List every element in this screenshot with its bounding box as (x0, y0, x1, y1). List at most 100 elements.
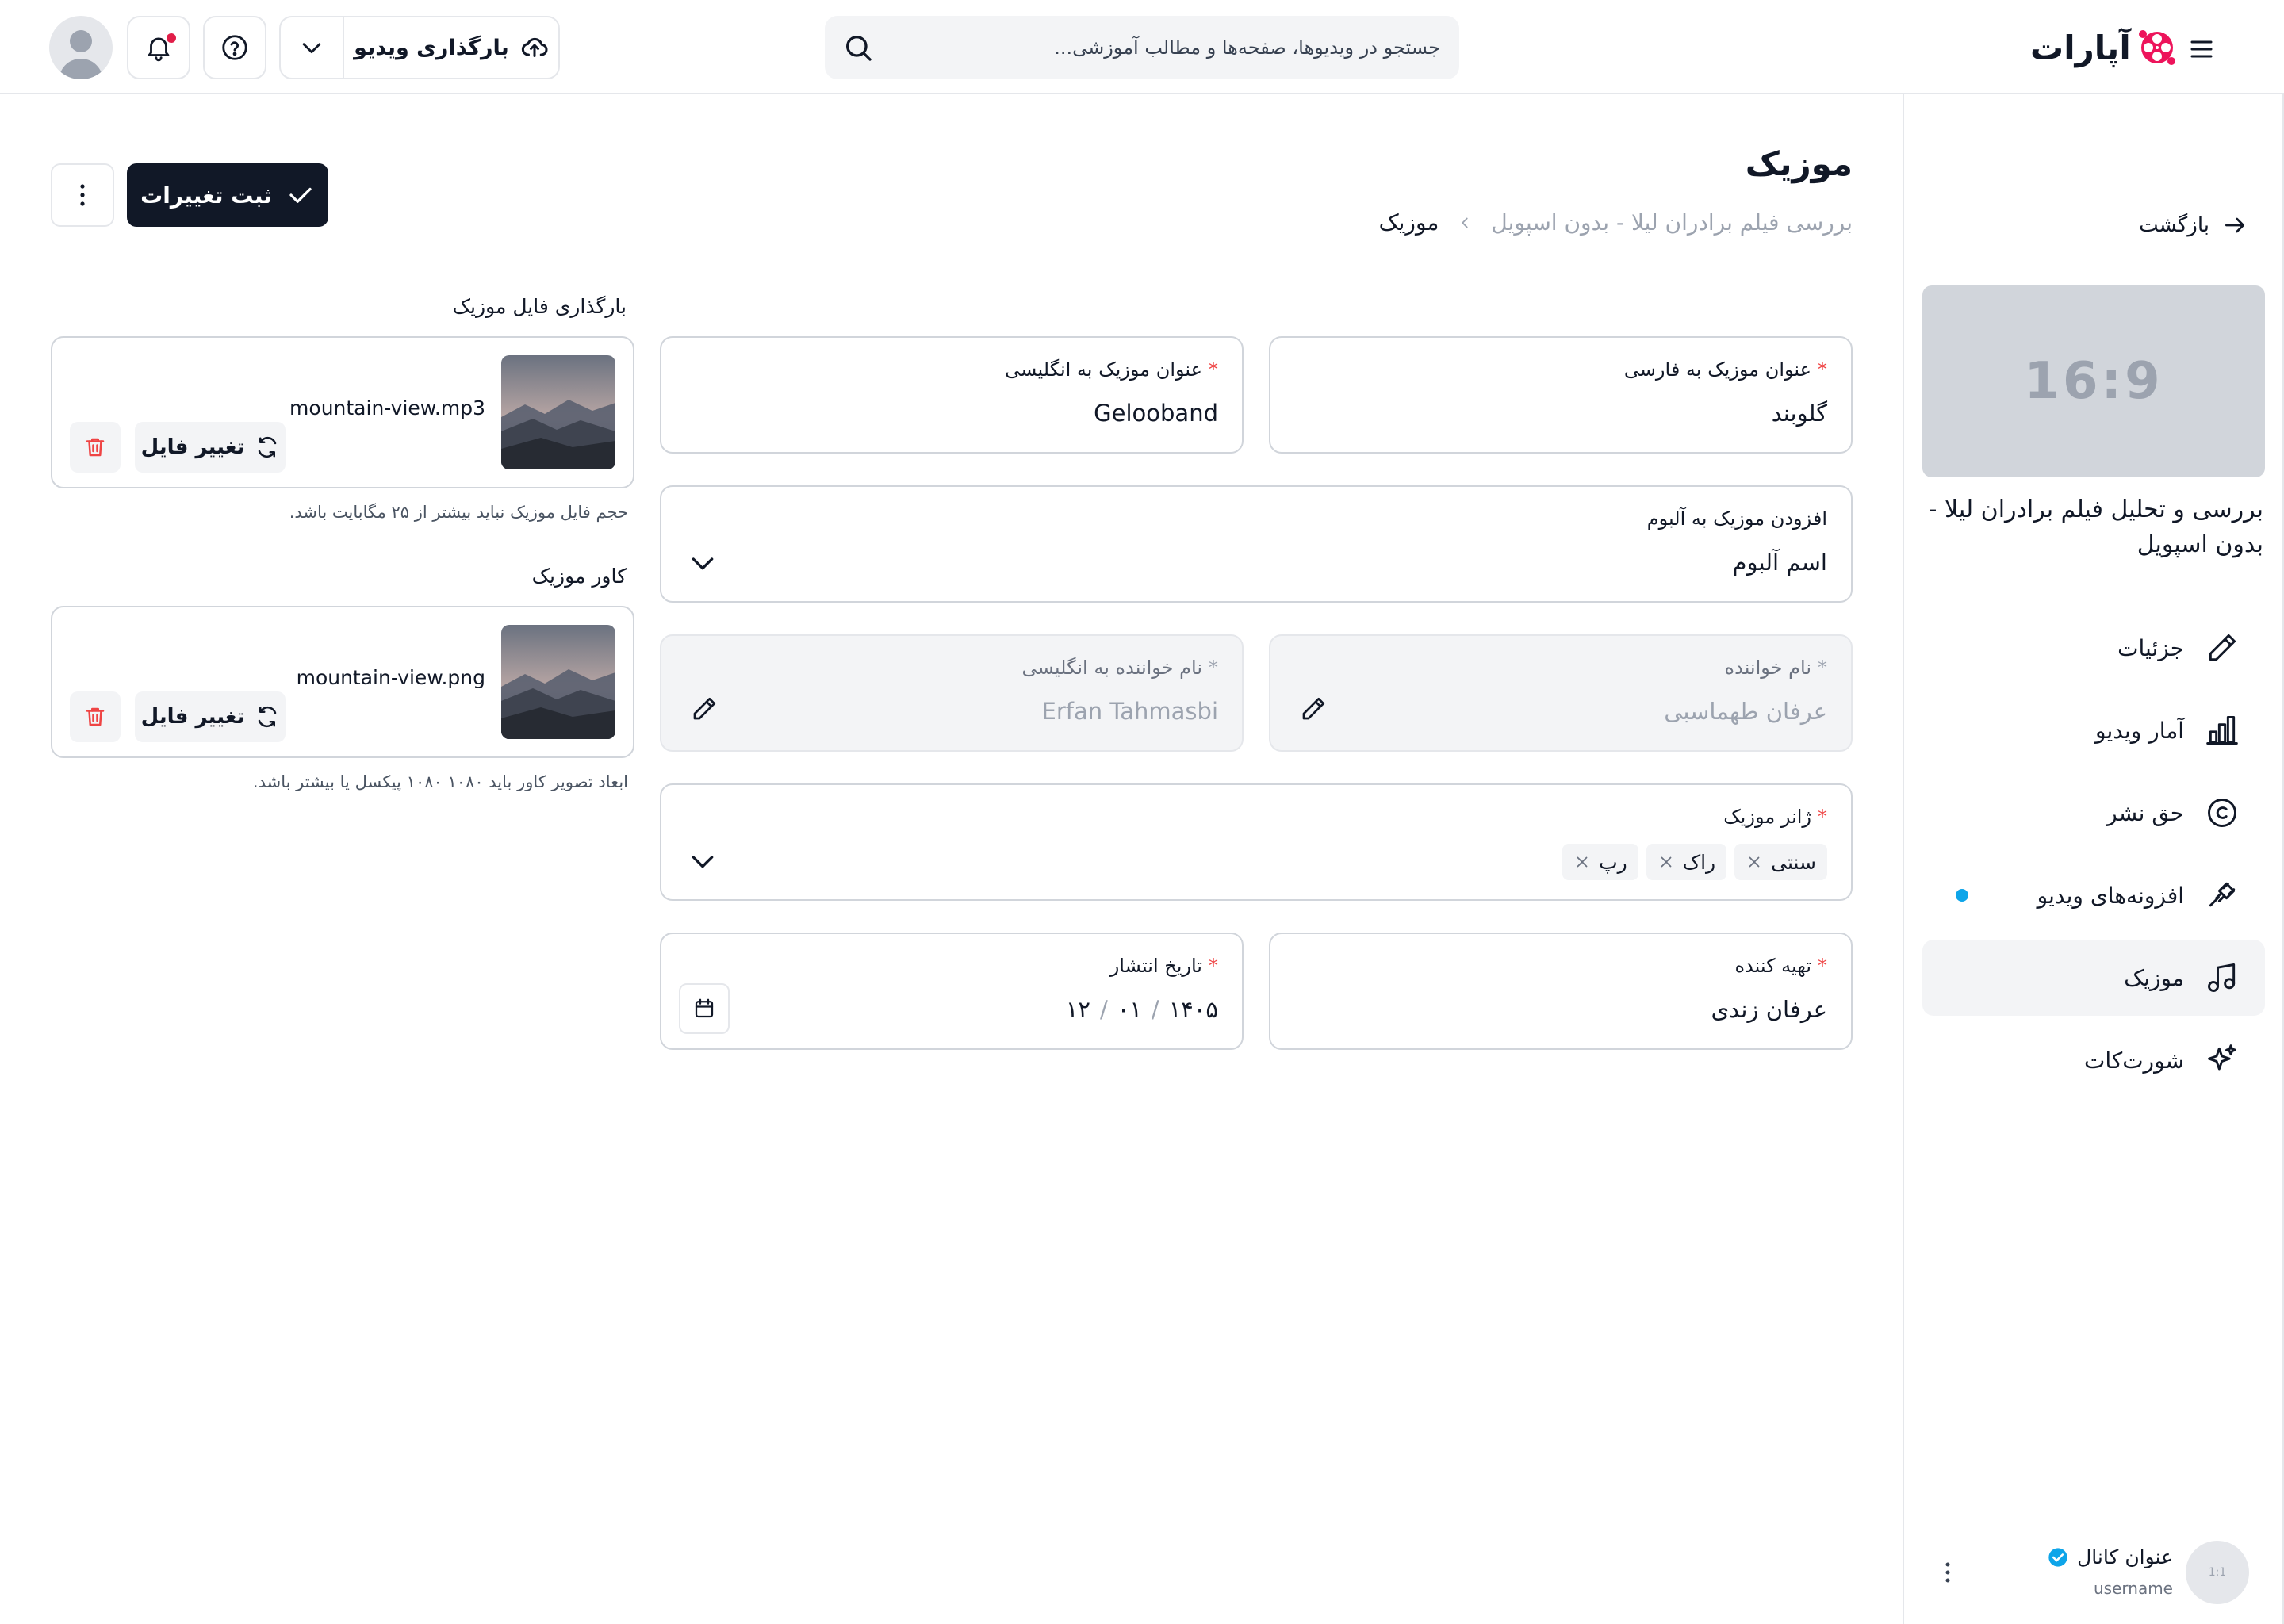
refresh-icon (259, 436, 277, 458)
date-day: ۱۲ (1065, 996, 1090, 1023)
save-changes-label: ثبت تغییرات (140, 182, 272, 209)
save-changes-button[interactable]: ثبت تغییرات (127, 163, 328, 227)
pencil-icon (2203, 629, 2241, 667)
more-vertical-icon (1945, 1562, 1950, 1583)
logo[interactable]: آپارات (2030, 22, 2177, 73)
remove-tag-icon[interactable] (1746, 853, 1763, 871)
video-title: بررسی و تحلیل فیلم برادران لیلا - بدون ا… (1928, 496, 2263, 558)
chevron-down-icon[interactable] (687, 547, 719, 579)
delete-cover-file-button[interactable] (70, 691, 121, 742)
required-mark: * (1818, 358, 1827, 381)
notifications-button[interactable] (127, 16, 190, 79)
cover-file-hint: ابعاد تصویر کاور باید ۱۰۸۰ ۱۰۸۰ پیکسل یا… (252, 772, 628, 791)
sidebar-item-shortcut[interactable]: شورت‌کات (1922, 1022, 2265, 1098)
cover-file-thumbnail (501, 625, 615, 739)
field-label: افزودن موزیک به آلبوم (1646, 508, 1827, 530)
verified-badge-icon (2048, 1547, 2067, 1567)
upload-options-button[interactable] (281, 17, 343, 78)
user-avatar[interactable] (49, 16, 113, 79)
required-mark: * (1209, 358, 1218, 381)
producer-field[interactable]: *تهیه کننده عرفان زندی (1269, 933, 1853, 1050)
genre-tags: سنتی راک رپ (1562, 844, 1827, 880)
channel-name: عنوان کانال (2077, 1545, 2173, 1568)
title-en-input[interactable]: Gelooband (1094, 400, 1218, 427)
chevron-down-icon[interactable] (687, 845, 719, 877)
genre-tag: سنتی (1734, 844, 1827, 880)
cover-file-card: mountain-view.png تغییر فایل (51, 606, 634, 758)
copyright-icon (2203, 794, 2241, 832)
channel-card[interactable]: 1:1 عنوان کانال username (1922, 1538, 2265, 1609)
title-fa-input[interactable]: گلوبند (1772, 400, 1827, 427)
top-bar: آپارات بارگذاری ویدیو (0, 0, 2284, 94)
date-year: ۱۴۰۵ (1168, 996, 1218, 1023)
sidebar-item-stats[interactable]: آمار ویدیو (1922, 692, 2265, 768)
logo-text: آپارات (2030, 28, 2131, 67)
field-label: *ژانر موزیک (1723, 806, 1827, 828)
sidebar-nav: جزئیات آمار ویدیو حق نشر افزونه‌های ویدی… (1922, 610, 2265, 1105)
menu-icon (2190, 40, 2213, 58)
plugin-notification-dot (1956, 889, 1968, 902)
sidebar-item-label: جزئیات (2117, 634, 2184, 661)
channel-more-button[interactable] (1932, 1555, 1964, 1590)
sidebar-item-label: شورت‌کات (2083, 1047, 2184, 1074)
singer-en-field[interactable]: *نام خواننده به انگلیسی Erfan Tahmasbi (660, 634, 1244, 752)
sidebar-item-label: حق نشر (2106, 799, 2184, 826)
chevron-left-icon (1462, 217, 1469, 228)
sidebar-item-details[interactable]: جزئیات (1922, 610, 2265, 686)
title-fa-field[interactable]: *عنوان موزیک به فارسی گلوبند (1269, 336, 1853, 454)
field-label: *تاریخ انتشار (1109, 955, 1218, 977)
genre-select[interactable]: *ژانر موزیک سنتی راک رپ (660, 783, 1853, 901)
remove-tag-icon[interactable] (1657, 853, 1675, 871)
channel-name-row: عنوان کانال (2047, 1545, 2173, 1568)
sidebar-item-copyright[interactable]: حق نشر (1922, 775, 2265, 851)
search-input[interactable] (893, 16, 1440, 79)
mountain-image-icon (501, 625, 615, 739)
breadcrumb-parent[interactable]: بررسی فیلم برادران لیلا - بدون اسپویل (1491, 209, 1853, 236)
remove-tag-icon[interactable] (1573, 853, 1591, 871)
delete-music-file-button[interactable] (70, 422, 121, 473)
change-cover-file-button[interactable]: تغییر فایل (135, 691, 286, 742)
calendar-button[interactable] (679, 983, 730, 1034)
more-options-button[interactable] (51, 163, 114, 227)
album-select[interactable]: افزودن موزیک به آلبوم اسم آلبوم (660, 485, 1853, 603)
singer-en-value: Erfan Tahmasbi (1041, 698, 1218, 725)
channel-username: username (2094, 1579, 2173, 1598)
release-date-field[interactable]: *تاریخ انتشار ۱۲ / ۰۱ / ۱۴۰۵ (660, 933, 1244, 1050)
back-link[interactable]: بازگشت (2139, 205, 2248, 245)
trash-icon (86, 707, 105, 726)
mountain-image-icon (501, 355, 615, 469)
field-label: *نام خواننده به انگلیسی (1021, 657, 1218, 679)
search-icon[interactable] (842, 32, 874, 63)
sidebar-item-plugins[interactable]: افزونه‌های ویدیو (1922, 857, 2265, 933)
sidebar-item-music[interactable]: موزیک (1922, 940, 2265, 1016)
sidebar-item-label: افزونه‌های ویدیو (2037, 882, 2184, 909)
field-label: *نام خواننده (1724, 657, 1827, 679)
required-mark: * (1209, 955, 1218, 977)
singer-field[interactable]: *نام خواننده عرفان طهماسبی (1269, 634, 1853, 752)
chevron-down-icon (302, 43, 321, 54)
breadcrumb-current: موزیک (1378, 209, 1439, 236)
change-file-label: تغییر فایل (140, 435, 245, 459)
change-music-file-button[interactable]: تغییر فایل (135, 422, 286, 473)
title-en-field[interactable]: *عنوان موزیک به انگلیسی Gelooband (660, 336, 1244, 454)
refresh-icon (259, 706, 277, 728)
date-month: ۰۱ (1117, 996, 1142, 1023)
required-mark: * (1818, 806, 1827, 828)
back-label: بازگشت (2139, 213, 2209, 237)
album-value: اسم آلبوم (1732, 549, 1827, 576)
release-date-input[interactable]: ۱۲ / ۰۱ / ۱۴۰۵ (1066, 996, 1218, 1023)
field-label: *عنوان موزیک به فارسی (1623, 358, 1827, 381)
edit-icon[interactable] (1299, 695, 1328, 723)
field-label: *تهیه کننده (1734, 955, 1827, 977)
edit-icon[interactable] (690, 695, 719, 723)
search-bar[interactable] (825, 16, 1459, 79)
user-avatar-icon (59, 30, 103, 79)
upload-cloud-icon (521, 37, 548, 57)
page-title: موزیک (1745, 144, 1853, 183)
help-button[interactable] (203, 16, 266, 79)
genre-tag: رپ (1562, 844, 1638, 880)
producer-input[interactable]: عرفان زندی (1711, 996, 1827, 1023)
change-file-label: تغییر فایل (140, 705, 245, 729)
menu-button[interactable] (2179, 27, 2224, 71)
upload-video-button[interactable]: بارگذاری ویدیو (343, 17, 558, 78)
